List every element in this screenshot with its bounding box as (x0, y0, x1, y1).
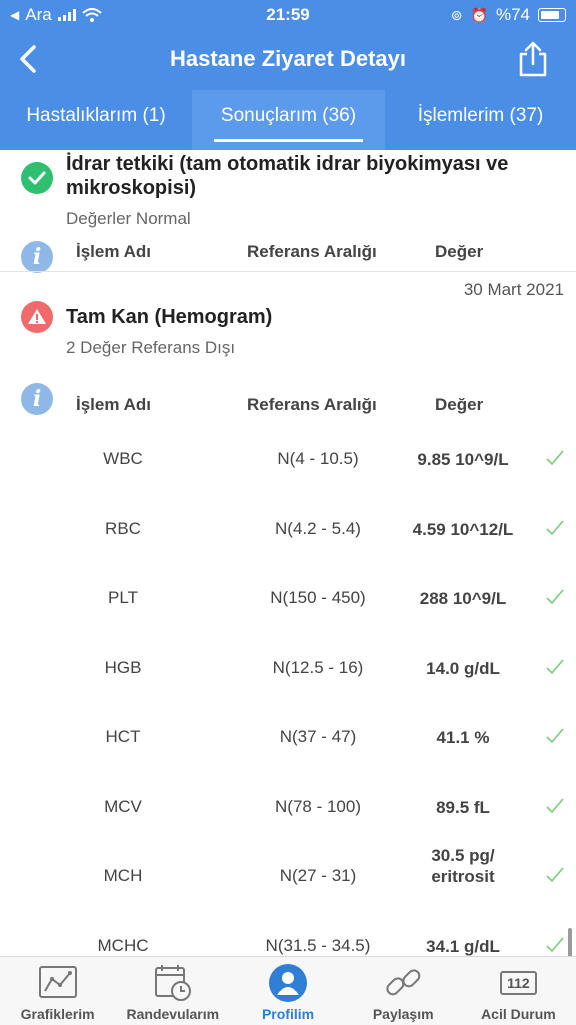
row-value: 4.59 10^12/L (412, 519, 514, 539)
row-name: RBC (105, 518, 141, 538)
table-row[interactable]: RBC N(4.2 - 5.4) 4.59 10^12/L (0, 495, 576, 565)
section-idrar-subtitle: Değerler Normal (66, 209, 191, 228)
check-icon (546, 867, 564, 883)
check-icon (546, 797, 564, 813)
table-row[interactable]: WBC N(4 - 10.5) 9.85 10^9/L (0, 425, 576, 495)
nav-label: Grafiklerim (20, 1006, 95, 1022)
table-row[interactable]: HCT N(37 - 47) 41.1 % (0, 703, 576, 773)
table-row[interactable]: HGB N(12.5 - 16) 14.0 g/dL (0, 634, 576, 704)
row-name: HGB (104, 657, 142, 677)
results-list[interactable]: İdrar tetkiki (tam otomatik idrar biyoki… (0, 150, 576, 956)
table-row[interactable]: MCHC N(31.5 - 34.5) 34.1 g/dL (0, 912, 576, 957)
alarm-icon: ⏰ (470, 6, 488, 23)
nav-label: Acil Durum (481, 1006, 556, 1022)
check-icon (546, 450, 564, 466)
nav-label: Randevularım (126, 1006, 220, 1022)
result-date: 30 Mart 2021 (463, 280, 564, 299)
row-name: MCV (104, 796, 142, 816)
row-name: PLT (108, 588, 138, 607)
row-reference: N(12.5 - 16) (272, 657, 364, 677)
col-header-ref: Referans Aralığı (247, 395, 377, 414)
nav-bar: Hastane Ziyaret Detayı (0, 30, 576, 90)
row-value: 89.5 fL (436, 797, 490, 817)
row-reference: N(31.5 - 34.5) (265, 935, 371, 955)
section-divider (0, 271, 576, 272)
check-icon (546, 589, 564, 605)
lock-rotation-icon: ⊚ (450, 6, 463, 23)
row-reference: N(37 - 47) (279, 727, 357, 746)
col-header-ref: Referans Aralığı (247, 242, 377, 261)
calendar-clock-icon (154, 965, 191, 1001)
row-value: 41.1 % (436, 728, 490, 747)
table-row[interactable]: MCV N(78 - 100) 89.5 fL (0, 773, 576, 843)
nav-label: Paylaşım (372, 1006, 434, 1022)
chart-icon (38, 966, 77, 998)
nav-profilim[interactable]: Profilim (230, 957, 345, 1025)
col-header-value: Değer (435, 395, 484, 414)
check-icon (546, 519, 564, 535)
check-circle-icon (21, 162, 53, 194)
scrollbar[interactable] (568, 928, 572, 956)
row-name: HCT (105, 727, 141, 746)
col-header-value: Değer (435, 242, 484, 261)
table-row[interactable]: PLT N(150 - 450) 288 10^9/L (0, 564, 576, 634)
link-icon (386, 969, 421, 996)
section-idrar-title[interactable]: İdrar tetkiki (tam otomatik idrar biyoki… (66, 152, 556, 200)
bottom-nav: Grafiklerim Randevularım Profilim Paylaş… (0, 956, 576, 1025)
tab-results[interactable]: Sonuçlarım (36) (192, 90, 385, 150)
row-value: 288 10^9/L (419, 589, 507, 608)
row-reference: N(78 - 100) (275, 796, 361, 816)
row-name: MCHC (97, 935, 149, 955)
nav-randevularim[interactable]: Randevularım (115, 957, 230, 1025)
row-value: 34.1 g/dL (426, 936, 500, 956)
row-reference: N(150 - 450) (270, 588, 366, 607)
row-name: MCH (103, 866, 143, 885)
nav-label: Profilim (261, 1006, 315, 1022)
row-name: WBC (103, 449, 143, 468)
nav-acil-durum[interactable]: 112 Acil Durum (461, 957, 576, 1025)
battery-percent: %74 (495, 5, 530, 24)
warning-icon (21, 301, 53, 333)
emergency-badge: 112 (500, 971, 537, 995)
check-icon (546, 936, 564, 952)
col-header-name: İşlem Adı (76, 242, 151, 261)
tab-diseases[interactable]: Hastalıklarım (1) (0, 90, 192, 150)
info-icon[interactable]: i (21, 383, 53, 415)
profile-icon (269, 964, 307, 1002)
col-header-name: İşlem Adı (76, 395, 151, 414)
row-reference: N(4 - 10.5) (277, 449, 359, 468)
row-reference: N(27 - 31) (279, 866, 357, 885)
status-bar: ◀ Ara 21:59 ⊚ ⏰ %74 (0, 0, 576, 30)
page-title: Hastane Ziyaret Detayı (170, 46, 406, 71)
nav-grafiklerim[interactable]: Grafiklerim (0, 957, 115, 1025)
section-hemogram-subtitle: 2 Değer Referans Dışı (66, 338, 236, 357)
emergency-112-icon: 112 (496, 963, 540, 1003)
row-value: 9.85 10^9/L (417, 450, 509, 469)
nav-paylasim[interactable]: Paylaşım (346, 957, 461, 1025)
check-icon (546, 728, 564, 744)
share-icon[interactable] (516, 40, 550, 78)
row-reference: N(4.2 - 5.4) (275, 518, 361, 538)
battery-icon (538, 8, 566, 22)
info-icon[interactable]: i (21, 241, 53, 273)
row-value: 14.0 g/dL (426, 658, 500, 678)
section-hemogram-title[interactable]: Tam Kan (Hemogram) (66, 305, 556, 329)
app-header: ◀ Ara 21:59 ⊚ ⏰ %74 Hastane Ziyaret Deta… (0, 0, 576, 150)
table-row[interactable]: MCH N(27 - 31) 30.5 pg/ eritrosit (0, 842, 576, 912)
check-icon (546, 658, 564, 674)
row-value: 30.5 pg/ eritrosit (431, 846, 495, 886)
tab-procedures[interactable]: İşlemlerim (37) (385, 90, 576, 150)
tab-bar: Hastalıklarım (1) Sonuçlarım (36) İşleml… (0, 90, 576, 150)
